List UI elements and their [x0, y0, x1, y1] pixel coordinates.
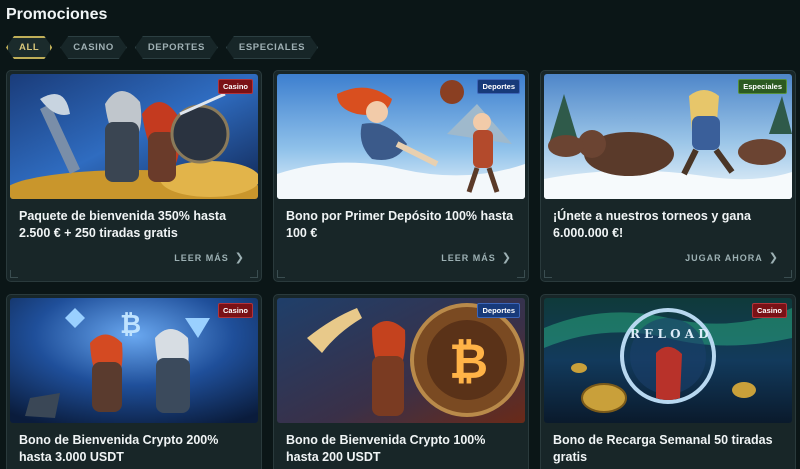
category-badge: Casino — [751, 303, 787, 318]
promo-title: ¡Únete a nuestros torneos y gana 6.000.0… — [553, 209, 751, 240]
promo-image: Casino — [10, 74, 258, 199]
read-more-link[interactable]: LEER MÁS ❯ — [441, 251, 512, 264]
chevron-right-icon: ❯ — [234, 252, 245, 264]
play-now-link[interactable]: JUGAR AHORA ❯ — [685, 251, 779, 264]
promo-image: Deportes — [277, 74, 525, 199]
cta-label: JUGAR AHORA — [685, 252, 763, 263]
filter-all[interactable]: ALL — [6, 36, 52, 59]
chevron-right-icon: ❯ — [501, 252, 512, 264]
corner-ornament — [784, 270, 792, 278]
promo-title: Paquete de bienvenida 350% hasta 2.500 €… — [19, 209, 227, 240]
read-more-link[interactable]: LEER MÁS ❯ — [174, 251, 245, 264]
promo-card-first-deposit[interactable]: Deportes Bono por Primer Depósito 100% h… — [273, 70, 529, 282]
category-badge: Deportes — [477, 303, 520, 318]
promo-title: Bono de Bienvenida Crypto 100% hasta 200… — [286, 433, 486, 464]
promo-image: ₿ Casino — [10, 298, 258, 423]
promo-image: R E L O A D Casino — [544, 298, 792, 423]
svg-text:₿: ₿ — [120, 310, 141, 340]
corner-ornament — [277, 270, 285, 278]
promo-card-tournaments[interactable]: Especiales ¡Únete a nuestros torneos y g… — [540, 70, 796, 282]
chevron-right-icon: ❯ — [768, 252, 779, 264]
corner-ornament — [10, 270, 18, 278]
promo-title: Bono por Primer Depósito 100% hasta 100 … — [286, 209, 514, 240]
promo-image: Especiales — [544, 74, 792, 199]
promo-card-weekly-reload[interactable]: R E L O A D Casino Bono de Recarga Seman… — [540, 294, 796, 469]
category-badge: Deportes — [477, 79, 520, 94]
corner-ornament — [517, 270, 525, 278]
filter-deportes[interactable]: DEPORTES — [135, 36, 218, 59]
page-title: Promociones — [6, 6, 108, 23]
filter-especiales[interactable]: ESPECIALES — [226, 36, 318, 59]
promo-card-welcome-package[interactable]: Casino Paquete de bienvenida 350% hasta … — [6, 70, 262, 282]
promo-image: ₿ Deportes — [277, 298, 525, 423]
promo-card-crypto-welcome-100[interactable]: ₿ Deportes Bono de Bienvenida Crypto 100… — [273, 294, 529, 469]
promo-card-crypto-welcome-200[interactable]: ₿ Casino Bono de Bienvenida Crypto 200% … — [6, 294, 262, 469]
promo-title: Bono de Recarga Semanal 50 tiradas grati… — [553, 433, 773, 464]
corner-ornament — [544, 270, 552, 278]
promo-title: Bono de Bienvenida Crypto 200% hasta 3.0… — [19, 433, 219, 464]
cta-label: LEER MÁS — [441, 252, 496, 263]
category-badge: Especiales — [738, 79, 787, 94]
corner-ornament — [250, 270, 258, 278]
category-badge: Casino — [217, 303, 253, 318]
cta-label: LEER MÁS — [174, 252, 229, 263]
promotions-grid: Casino Paquete de bienvenida 350% hasta … — [6, 70, 796, 469]
filter-casino[interactable]: CASINO — [60, 36, 127, 59]
filter-bar: ALL CASINO DEPORTES ESPECIALES — [6, 36, 318, 59]
svg-text:₿: ₿ — [449, 334, 488, 390]
category-badge: Casino — [217, 79, 253, 94]
svg-text:R E L O A D: R E L O A D — [630, 327, 709, 341]
